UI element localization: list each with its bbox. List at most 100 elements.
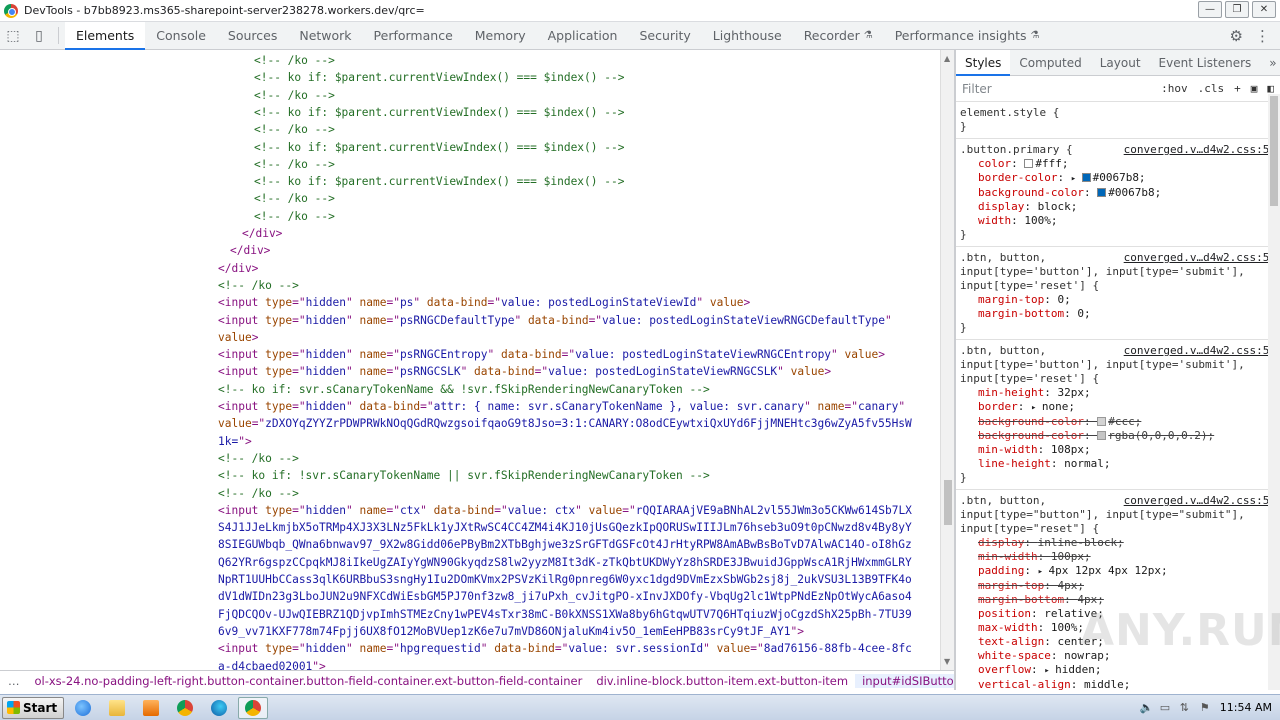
styles-filter-input[interactable]: Filter [962, 82, 1151, 96]
css-declaration[interactable]: background-color: rgba(0,0,0,0.2); [960, 429, 1276, 443]
gear-icon[interactable]: ⚙ [1230, 27, 1243, 45]
taskbar-app-button[interactable] [170, 697, 200, 719]
taskbar-app-button[interactable] [238, 696, 269, 719]
elements-dom-tree[interactable]: <!-- /ko --> <!-- ko if: $parent.currentV… [0, 50, 940, 670]
sidebar-tab-styles[interactable]: Styles [956, 50, 1011, 76]
css-property-name[interactable]: white-space [978, 649, 1051, 662]
color-swatch[interactable] [1024, 159, 1034, 168]
dom-node-line[interactable]: a-d4cbaed02001"> [218, 658, 326, 671]
more-options-icon[interactable]: ⋮ [1255, 27, 1270, 45]
hover-state-toggle[interactable]: :hov [1161, 82, 1188, 95]
css-declaration[interactable]: background-color: #ccc; [960, 415, 1276, 429]
css-declaration[interactable]: min-height: 32px; [960, 386, 1276, 400]
dom-node-line[interactable]: <!-- ko if: $parent.currentViewIndex() =… [254, 69, 624, 86]
dom-node-line[interactable]: 6v9_vv71KXF778m74Fpjj6UX8fO12MoBVUep1zK6… [218, 623, 804, 640]
dom-node-line[interactable]: <!-- /ko --> [218, 450, 299, 467]
css-declaration[interactable]: border: ▸ none; [960, 400, 1276, 415]
network-icon[interactable]: ⇅ [1180, 701, 1192, 714]
css-property-value[interactable]: 100%; [1024, 214, 1057, 227]
css-property-value[interactable]: middle; [1084, 678, 1130, 690]
css-property-name[interactable]: min-height [978, 386, 1044, 399]
scrollbar-thumb[interactable] [944, 480, 952, 525]
css-declaration[interactable]: overflow: ▸ hidden; [960, 663, 1276, 678]
dom-node-line[interactable]: 1k="> [218, 433, 252, 450]
css-property-name[interactable]: margin-top [978, 579, 1044, 592]
dom-node-line[interactable]: <!-- ko if: $parent.currentViewIndex() =… [254, 104, 624, 121]
dom-node-line[interactable]: value> [218, 329, 258, 346]
css-property-name[interactable]: border-color [978, 171, 1057, 184]
tab-sources[interactable]: Sources [217, 22, 288, 49]
dom-node-line[interactable]: <input type="hidden" name="psRNGCSLK" da… [218, 363, 831, 380]
css-property-name[interactable]: display [978, 536, 1024, 549]
speaker-icon[interactable]: 🔈 [1140, 701, 1154, 714]
css-property-name[interactable]: min-width [978, 550, 1038, 563]
rule-source-link[interactable]: converged.v…d4w2.css:55 [1124, 344, 1276, 357]
computed-styles-icon[interactable]: ▣ [1251, 82, 1258, 95]
rule-selector[interactable]: input[type="button"], input[type="submit… [960, 508, 1276, 522]
tab-application[interactable]: Application [537, 22, 629, 49]
dom-node-line[interactable]: </div> [218, 260, 258, 277]
tab-memory[interactable]: Memory [464, 22, 537, 49]
css-property-name[interactable]: min-width [978, 443, 1038, 456]
css-property-value[interactable]: #ccc; [1108, 415, 1141, 428]
sidebar-tab-event-listeners[interactable]: Event Listeners [1150, 50, 1261, 75]
tab-performance-insights[interactable]: Performance insights ⚗ [884, 22, 1051, 49]
expand-triangle-icon[interactable]: ▸ [1044, 666, 1055, 676]
scroll-down-icon[interactable]: ▼ [944, 657, 950, 666]
css-property-value[interactable]: 108px; [1051, 443, 1091, 456]
dom-node-line[interactable]: dV1dWIDn23g3LboJUN2u9NFXCdWiEsbGM5PJ70nf… [218, 588, 912, 605]
css-property-name[interactable]: padding [978, 564, 1024, 577]
dom-node-line[interactable]: NpRT1UUHbCCass3qlK6URBbuS3sngHy1Iu2DOmKV… [218, 571, 912, 588]
dom-node-line[interactable]: <!-- /ko --> [254, 121, 335, 138]
css-property-name[interactable]: margin-bottom [978, 307, 1064, 320]
css-declaration[interactable]: margin-top: 0; [960, 293, 1276, 307]
dom-node-line[interactable]: <!-- /ko --> [254, 190, 335, 207]
tab-security[interactable]: Security [628, 22, 701, 49]
color-swatch[interactable] [1097, 417, 1107, 426]
css-property-name[interactable]: background-color [978, 186, 1084, 199]
taskbar-app-button[interactable] [204, 697, 234, 719]
expand-triangle-icon[interactable]: ▸ [1031, 403, 1042, 413]
css-declaration[interactable]: border-color: ▸ #0067b8; [960, 171, 1276, 186]
rule-source-link[interactable]: converged.v…d4w2.css:55 [1124, 143, 1276, 156]
dom-node-line[interactable]: <input type="hidden" name="psRNGCDefault… [218, 312, 892, 329]
dom-node-line[interactable]: 8SIEGUWbqb_QWna6bnwav97_9X2w8Gidd06ePByB… [218, 536, 912, 553]
css-property-name[interactable]: margin-bottom [978, 593, 1064, 606]
dom-node-line[interactable]: <input type="hidden" name="psRNGCEntropy… [218, 346, 885, 363]
dom-node-line[interactable]: </div> [242, 225, 282, 242]
close-button[interactable]: ✕ [1252, 1, 1276, 18]
inspect-element-icon[interactable]: ⬚ [0, 22, 26, 49]
taskbar-app-button[interactable] [68, 697, 98, 719]
css-property-value[interactable]: hidden; [1055, 663, 1101, 676]
css-property-name[interactable]: max-width [978, 621, 1038, 634]
expand-triangle-icon[interactable]: ▸ [1071, 174, 1082, 184]
breadcrumb-item[interactable]: input#idSIButton9.win-b [855, 673, 954, 688]
dom-node-line[interactable]: <!-- /ko --> [218, 485, 299, 502]
dom-node-line[interactable]: <!-- ko if: svr.sCanaryTokenName && !svr… [218, 381, 710, 398]
class-toggle[interactable]: .cls [1198, 82, 1225, 95]
rule-selector[interactable]: input[type='reset'] { [960, 279, 1276, 293]
rule-selector[interactable]: input[type='button'], input[type='submit… [960, 265, 1276, 279]
color-swatch[interactable] [1081, 173, 1091, 182]
rule-selector[interactable]: input[type='button'], input[type='submit… [960, 358, 1276, 372]
rule-source-link[interactable]: converged.v…d4w2.css:55 [1124, 494, 1276, 507]
css-property-value[interactable]: #fff; [1035, 157, 1068, 170]
css-declaration[interactable]: vertical-align: middle; [960, 678, 1276, 690]
css-property-name[interactable]: overflow [978, 663, 1031, 676]
css-property-name[interactable]: display [978, 200, 1024, 213]
css-property-name[interactable]: vertical-align [978, 678, 1071, 690]
sidebar-tab-more[interactable]: » [1260, 50, 1280, 75]
css-property-value[interactable]: 32px; [1057, 386, 1090, 399]
dom-node-line[interactable]: S4J1JJeLkmjbX5oTRMp4XJ3X3LNz5FkLk1yJXtRw… [218, 519, 912, 536]
dom-node-line[interactable]: <!-- ko if: $parent.currentViewIndex() =… [254, 173, 624, 190]
css-property-value[interactable]: none; [1042, 400, 1075, 413]
rule-source-link[interactable]: converged.v…d4w2.css:55 [1124, 251, 1276, 264]
dom-node-line[interactable]: </div> [230, 242, 270, 259]
tab-performance[interactable]: Performance [363, 22, 464, 49]
css-declaration[interactable]: color: #fff; [960, 157, 1276, 171]
sidebar-tab-computed[interactable]: Computed [1010, 50, 1090, 75]
clock[interactable]: 11:54 AM [1220, 701, 1272, 714]
css-property-name[interactable]: color [978, 157, 1011, 170]
css-property-name[interactable]: text-align [978, 635, 1044, 648]
css-declaration[interactable]: margin-bottom: 0; [960, 307, 1276, 321]
